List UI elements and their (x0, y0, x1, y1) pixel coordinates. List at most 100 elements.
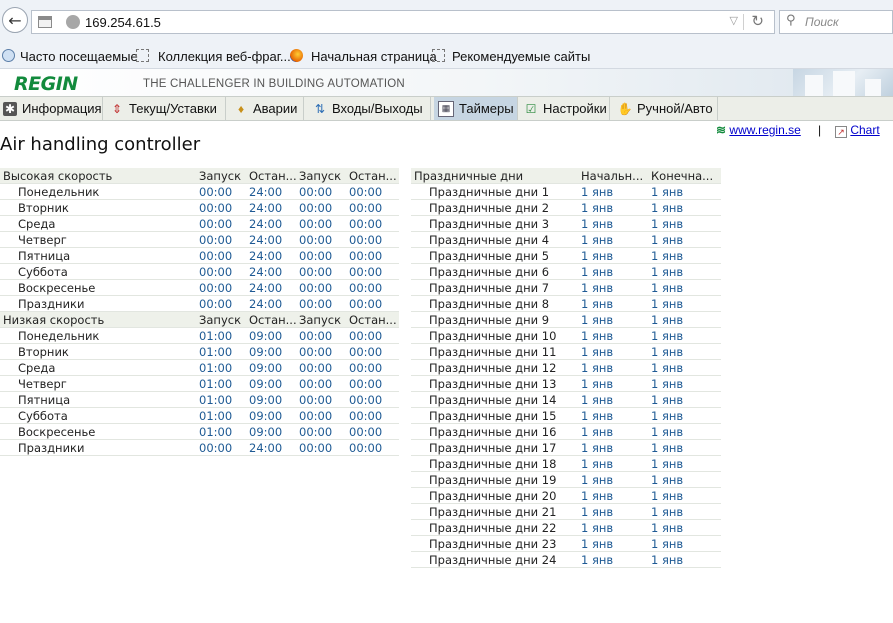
time-value[interactable]: 00:00 (349, 359, 399, 376)
holiday-start-date[interactable]: 1 янв (581, 247, 651, 264)
time-value[interactable]: 00:00 (199, 199, 249, 216)
holiday-end-date[interactable]: 1 янв (651, 311, 721, 328)
time-value[interactable]: 00:00 (299, 231, 349, 248)
tab-manual-auto[interactable]: ✋ Ручной/Авто (610, 97, 718, 120)
time-value[interactable]: 00:00 (299, 279, 349, 296)
time-value[interactable]: 00:00 (349, 391, 399, 408)
holiday-end-date[interactable]: 1 янв (651, 215, 721, 232)
holiday-end-date[interactable]: 1 янв (651, 263, 721, 280)
url-text[interactable]: 169.254.61.5 (85, 15, 161, 30)
holiday-end-date[interactable]: 1 янв (651, 439, 721, 456)
time-value[interactable]: 00:00 (349, 407, 399, 424)
holiday-end-date[interactable]: 1 янв (651, 295, 721, 312)
search-box[interactable]: ⚲ Поиск (779, 10, 893, 34)
bookmark-most-visited[interactable]: Часто посещаемые (20, 49, 138, 64)
time-value[interactable]: 24:00 (249, 247, 299, 264)
holiday-start-date[interactable]: 1 янв (581, 407, 651, 424)
time-value[interactable]: 09:00 (249, 359, 299, 376)
time-value[interactable]: 00:00 (349, 263, 399, 280)
time-value[interactable]: 00:00 (349, 183, 399, 200)
tab-timers[interactable]: ▦ Таймеры (434, 97, 518, 120)
holiday-start-date[interactable]: 1 янв (581, 535, 651, 552)
time-value[interactable]: 01:00 (199, 423, 249, 440)
time-value[interactable]: 00:00 (349, 199, 399, 216)
history-dropdown-icon[interactable]: ▽ (730, 14, 738, 27)
time-value[interactable]: 00:00 (349, 231, 399, 248)
time-value[interactable]: 00:00 (299, 199, 349, 216)
time-value[interactable]: 00:00 (199, 231, 249, 248)
time-value[interactable]: 09:00 (249, 343, 299, 360)
holiday-start-date[interactable]: 1 янв (581, 439, 651, 456)
time-value[interactable]: 00:00 (299, 375, 349, 392)
holiday-end-date[interactable]: 1 янв (651, 503, 721, 520)
holiday-end-date[interactable]: 1 янв (651, 247, 721, 264)
time-value[interactable]: 09:00 (249, 423, 299, 440)
holiday-start-date[interactable]: 1 янв (581, 391, 651, 408)
holiday-start-date[interactable]: 1 янв (581, 503, 651, 520)
tab-alarms[interactable]: ♦ Аварии (226, 97, 304, 120)
holiday-start-date[interactable]: 1 янв (581, 327, 651, 344)
time-value[interactable]: 24:00 (249, 295, 299, 312)
chart-link[interactable]: Chart (850, 123, 879, 137)
holiday-end-date[interactable]: 1 янв (651, 375, 721, 392)
time-value[interactable]: 01:00 (199, 375, 249, 392)
time-value[interactable]: 24:00 (249, 199, 299, 216)
holiday-start-date[interactable]: 1 янв (581, 183, 651, 200)
holiday-start-date[interactable]: 1 янв (581, 215, 651, 232)
holiday-end-date[interactable]: 1 янв (651, 535, 721, 552)
time-value[interactable]: 00:00 (299, 215, 349, 232)
holiday-start-date[interactable]: 1 янв (581, 487, 651, 504)
holiday-start-date[interactable]: 1 янв (581, 519, 651, 536)
holiday-end-date[interactable]: 1 янв (651, 487, 721, 504)
holiday-end-date[interactable]: 1 янв (651, 471, 721, 488)
holiday-start-date[interactable]: 1 янв (581, 199, 651, 216)
time-value[interactable]: 00:00 (199, 215, 249, 232)
holiday-start-date[interactable]: 1 янв (581, 295, 651, 312)
time-value[interactable]: 00:00 (349, 295, 399, 312)
holiday-start-date[interactable]: 1 янв (581, 343, 651, 360)
time-value[interactable]: 00:00 (199, 439, 249, 456)
bookmark-start-page[interactable]: Начальная страница (311, 49, 437, 64)
time-value[interactable]: 00:00 (299, 295, 349, 312)
back-button[interactable]: ← (2, 7, 28, 33)
address-bar[interactable]: 169.254.61.5 ▽ ↻ (31, 10, 775, 34)
holiday-end-date[interactable]: 1 янв (651, 519, 721, 536)
holiday-start-date[interactable]: 1 янв (581, 231, 651, 248)
time-value[interactable]: 01:00 (199, 343, 249, 360)
holiday-end-date[interactable]: 1 янв (651, 183, 721, 200)
holiday-end-date[interactable]: 1 янв (651, 359, 721, 376)
time-value[interactable]: 01:00 (199, 327, 249, 344)
tab-settings[interactable]: ☑ Настройки (518, 97, 610, 120)
regin-site-link[interactable]: www.regin.se (729, 123, 800, 137)
time-value[interactable]: 00:00 (349, 375, 399, 392)
time-value[interactable]: 00:00 (199, 295, 249, 312)
holiday-end-date[interactable]: 1 янв (651, 199, 721, 216)
time-value[interactable]: 00:00 (299, 439, 349, 456)
tab-information[interactable]: ✱ Информация (0, 97, 103, 120)
time-value[interactable]: 24:00 (249, 263, 299, 280)
time-value[interactable]: 00:00 (299, 391, 349, 408)
time-value[interactable]: 00:00 (299, 343, 349, 360)
time-value[interactable]: 01:00 (199, 359, 249, 376)
time-value[interactable]: 00:00 (299, 183, 349, 200)
holiday-start-date[interactable]: 1 янв (581, 359, 651, 376)
time-value[interactable]: 09:00 (249, 407, 299, 424)
holiday-end-date[interactable]: 1 янв (651, 279, 721, 296)
time-value[interactable]: 24:00 (249, 183, 299, 200)
holiday-start-date[interactable]: 1 янв (581, 311, 651, 328)
time-value[interactable]: 00:00 (199, 247, 249, 264)
time-value[interactable]: 00:00 (299, 327, 349, 344)
site-identity-icon[interactable] (38, 16, 52, 28)
holiday-end-date[interactable]: 1 янв (651, 327, 721, 344)
holiday-end-date[interactable]: 1 янв (651, 455, 721, 472)
time-value[interactable]: 00:00 (349, 343, 399, 360)
holiday-start-date[interactable]: 1 янв (581, 455, 651, 472)
time-value[interactable]: 09:00 (249, 327, 299, 344)
time-value[interactable]: 09:00 (249, 375, 299, 392)
time-value[interactable]: 00:00 (349, 327, 399, 344)
time-value[interactable]: 00:00 (349, 423, 399, 440)
time-value[interactable]: 01:00 (199, 407, 249, 424)
holiday-start-date[interactable]: 1 янв (581, 279, 651, 296)
holiday-end-date[interactable]: 1 янв (651, 551, 721, 568)
time-value[interactable]: 00:00 (299, 407, 349, 424)
